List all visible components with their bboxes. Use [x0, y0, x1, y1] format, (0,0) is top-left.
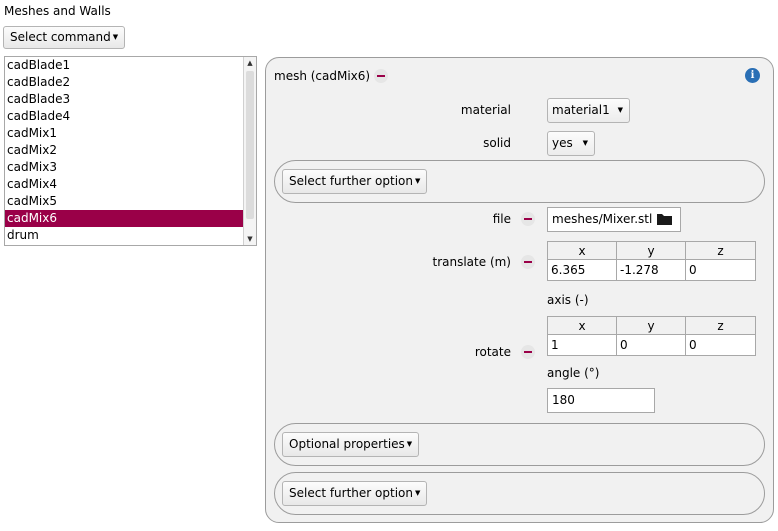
translate-label: translate (m) — [432, 255, 512, 269]
select-command-label: Select command — [10, 30, 111, 44]
column-header: x — [547, 241, 617, 260]
translate-x-input[interactable]: 6.365 — [547, 259, 617, 281]
remove-translate-minus-icon[interactable] — [521, 255, 535, 269]
select-command-button[interactable]: Select command ▼ — [3, 26, 126, 49]
optional-properties-button[interactable]: Optional properties ▼ — [282, 432, 420, 457]
material-select[interactable]: material1 ▼ — [547, 98, 630, 123]
select-further-option-button[interactable]: Select further option ▼ — [282, 169, 428, 194]
scroll-up-arrow-icon[interactable]: ▲ — [244, 59, 256, 67]
panel-title: mesh (cadMix6) — [274, 69, 371, 83]
solid-select[interactable]: yes ▼ — [547, 131, 595, 156]
list-scrollbar[interactable]: ▲ ▼ — [243, 57, 256, 245]
file-label: file — [492, 212, 511, 226]
list-item[interactable]: cadBlade2 — [5, 74, 256, 91]
solid-label: solid — [483, 136, 511, 150]
page-title: Meshes and Walls — [4, 4, 111, 18]
translate-table: x y z 6.365 -1.278 0 — [547, 241, 756, 281]
axis-x-input[interactable]: 1 — [547, 334, 617, 356]
column-header: x — [547, 316, 617, 335]
translate-z-input[interactable]: 0 — [685, 259, 756, 281]
remove-mesh-minus-icon[interactable] — [374, 69, 388, 83]
rotate-label: rotate — [474, 345, 511, 359]
list-item[interactable]: cadBlade4 — [5, 108, 256, 125]
chevron-down-icon: ▼ — [414, 177, 421, 185]
chevron-down-icon: ▼ — [582, 139, 588, 147]
remove-file-minus-icon[interactable] — [521, 212, 535, 226]
chevron-down-icon: ▼ — [414, 489, 421, 497]
angle-input[interactable]: 180 — [547, 388, 655, 413]
remove-rotate-minus-icon[interactable] — [521, 345, 535, 359]
chevron-down-icon: ▼ — [112, 33, 119, 41]
list-item-selected[interactable]: cadMix6 — [5, 210, 256, 227]
select-further-option-button-2[interactable]: Select further option ▼ — [282, 481, 428, 506]
axis-label: axis (-) — [547, 293, 589, 307]
list-item[interactable]: cadBlade3 — [5, 91, 256, 108]
folder-icon[interactable] — [656, 212, 673, 226]
scrollbar-thumb[interactable] — [246, 71, 254, 219]
info-icon[interactable]: i — [745, 68, 760, 83]
mesh-list[interactable]: cadBlade1 cadBlade2 cadBlade3 cadBlade4 … — [4, 56, 257, 246]
axis-z-input[interactable]: 0 — [685, 334, 756, 356]
angle-label: angle (°) — [547, 366, 600, 380]
chevron-down-icon: ▼ — [617, 106, 623, 114]
column-header: y — [616, 316, 686, 335]
angle-value: 180 — [552, 393, 575, 407]
column-header: y — [616, 241, 686, 260]
list-item[interactable]: cadMix4 — [5, 176, 256, 193]
list-item[interactable]: cadMix3 — [5, 159, 256, 176]
axis-table: x y z 1 0 0 — [547, 316, 756, 356]
column-header: z — [685, 241, 756, 260]
file-value: meshes/Mixer.stl — [552, 212, 653, 226]
solid-value: yes — [552, 136, 573, 150]
list-item[interactable]: cadMix2 — [5, 142, 256, 159]
material-label: material — [460, 103, 511, 117]
material-value: material1 — [552, 103, 610, 117]
list-item[interactable]: drum — [5, 227, 256, 244]
column-header: z — [685, 316, 756, 335]
scroll-down-arrow-icon[interactable]: ▼ — [244, 235, 256, 243]
list-item[interactable]: cadMix1 — [5, 125, 256, 142]
translate-y-input[interactable]: -1.278 — [616, 259, 686, 281]
axis-y-input[interactable]: 0 — [616, 334, 686, 356]
chevron-down-icon: ▼ — [406, 440, 413, 448]
list-item[interactable]: cadBlade1 — [5, 57, 256, 74]
list-item[interactable]: cadMix5 — [5, 193, 256, 210]
